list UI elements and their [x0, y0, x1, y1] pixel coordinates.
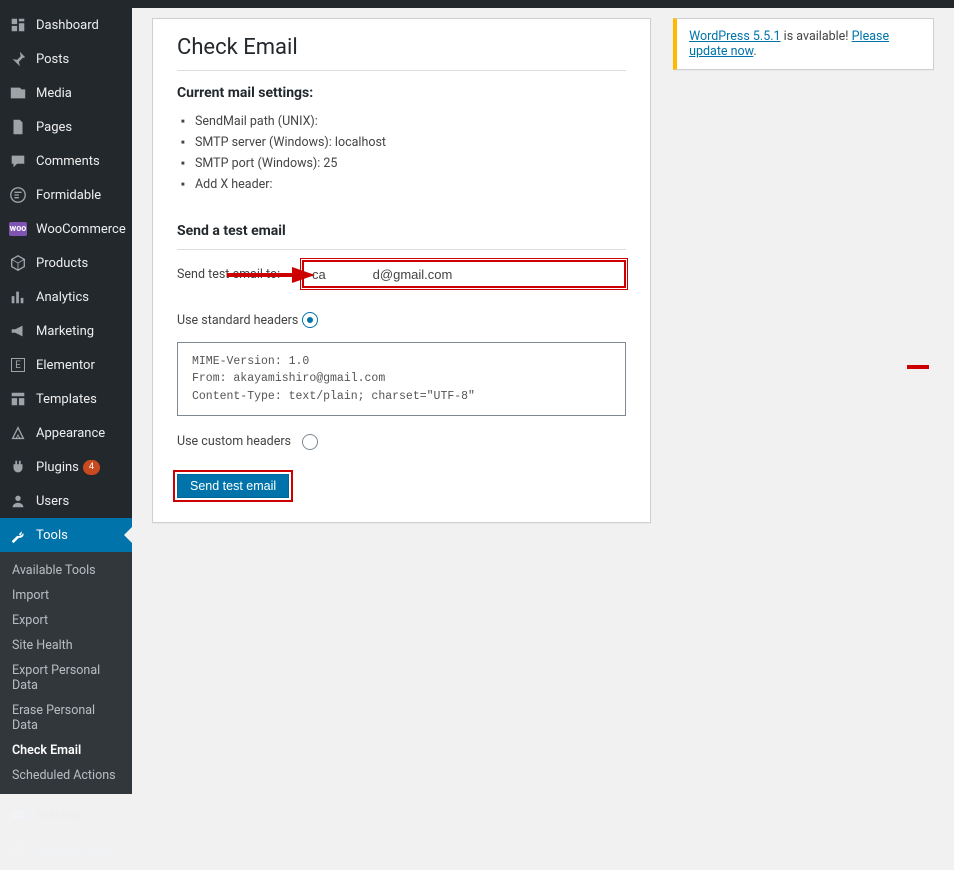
sidebar-item-marketing[interactable]: Marketing [0, 314, 132, 348]
sidebar-item-formidable[interactable]: Formidable [0, 178, 132, 212]
submenu-check-email[interactable]: Check Email [0, 738, 132, 763]
sidebar-item-label: Plugins [36, 460, 79, 475]
collapse-label: Collapse menu [32, 844, 115, 859]
sidebar-item-appearance[interactable]: Appearance [0, 416, 132, 450]
setting-smtp-server: SMTP server (Windows): localhost [195, 132, 626, 153]
appearance-icon [8, 423, 28, 443]
send-to-input[interactable] [302, 260, 626, 288]
sidebar-item-label: Marketing [36, 324, 94, 339]
sidebar-item-label: Analytics [36, 290, 89, 305]
setting-smtp-port: SMTP port (Windows): 25 [195, 153, 626, 174]
sidebar-item-label: Posts [36, 52, 69, 67]
admin-sidebar: Dashboard Posts Media Pages Comments For… [0, 0, 132, 735]
sidebar-item-label: Comments [36, 154, 100, 169]
send-test-heading: Send a test email [177, 223, 626, 250]
sidebar-item-label: Settings [36, 808, 83, 823]
send-test-email-button[interactable]: Send test email [177, 474, 289, 498]
submenu-available-tools[interactable]: Available Tools [0, 558, 132, 583]
sidebar-item-posts[interactable]: Posts [0, 42, 132, 76]
sidebar-item-analytics[interactable]: Analytics [0, 280, 132, 314]
sidebar-item-settings[interactable]: Settings [0, 798, 132, 832]
update-notice: WordPress 5.5.1 is available! Please upd… [673, 18, 934, 70]
pin-icon [8, 49, 28, 69]
sidebar-item-label: Dashboard [36, 18, 99, 33]
setting-x-header: Add X header: [195, 174, 626, 195]
submenu-export-personal-data[interactable]: Export Personal Data [0, 658, 132, 698]
sidebar-item-label: Media [36, 86, 72, 101]
sidebar-item-label: Templates [36, 392, 97, 407]
sidebar-item-dashboard[interactable]: Dashboard [0, 8, 132, 42]
sidebar-item-templates[interactable]: Templates [0, 382, 132, 416]
custom-headers-radio[interactable] [302, 434, 318, 450]
notice-text: is available! [781, 29, 852, 44]
standard-headers-radio[interactable] [302, 312, 318, 328]
submenu-import[interactable]: Import [0, 583, 132, 608]
sidebar-item-elementor[interactable]: E Elementor [0, 348, 132, 382]
custom-headers-label: Use custom headers [177, 434, 302, 449]
templates-icon [8, 389, 28, 409]
tools-submenu: Available Tools Import Export Site Healt… [0, 552, 132, 794]
plugins-icon [8, 457, 28, 477]
sidebar-item-label: Formidable [36, 188, 101, 203]
sidebar-item-label: Pages [36, 120, 72, 135]
wordpress-version-link[interactable]: WordPress 5.5.1 [689, 29, 781, 44]
marketing-icon [8, 321, 28, 341]
woocommerce-icon: woo [8, 219, 28, 239]
analytics-icon [8, 287, 28, 307]
sidebar-item-pages[interactable]: Pages [0, 110, 132, 144]
content-area: Check Email Current mail settings: SendM… [132, 0, 954, 735]
red-dash-annotation [907, 365, 929, 369]
settings-list: SendMail path (UNIX): SMTP server (Windo… [177, 111, 626, 195]
page-title: Check Email [177, 35, 626, 71]
sidebar-item-tools[interactable]: Tools [0, 518, 132, 552]
sidebar-item-label: Products [36, 256, 88, 271]
dashboard-icon [8, 15, 28, 35]
notice-tail: . [753, 44, 756, 59]
sidebar-item-label: Elementor [36, 358, 95, 373]
collapse-icon [8, 840, 26, 862]
sidebar-item-plugins[interactable]: Plugins 4 [0, 450, 132, 484]
tools-icon [8, 525, 28, 545]
sidebar-item-users[interactable]: Users [0, 484, 132, 518]
products-icon [8, 253, 28, 273]
plugins-update-badge: 4 [83, 460, 100, 475]
sidebar-item-comments[interactable]: Comments [0, 144, 132, 178]
submenu-site-health[interactable]: Site Health [0, 633, 132, 658]
sidebar-item-woocommerce[interactable]: woo WooCommerce [0, 212, 132, 246]
submenu-scheduled-actions[interactable]: Scheduled Actions [0, 763, 132, 788]
pages-icon [8, 117, 28, 137]
setting-sendmail: SendMail path (UNIX): [195, 111, 626, 132]
standard-headers-label: Use standard headers [177, 313, 302, 328]
collapse-menu-button[interactable]: Collapse menu [0, 832, 132, 870]
submenu-export[interactable]: Export [0, 608, 132, 633]
comments-icon [8, 151, 28, 171]
headers-preview: MIME-Version: 1.0 From: akayamishiro@gma… [177, 342, 626, 416]
users-icon [8, 491, 28, 511]
sidebar-item-label: Tools [36, 528, 68, 543]
submenu-erase-personal-data[interactable]: Erase Personal Data [0, 698, 132, 738]
media-icon [8, 83, 28, 103]
sidebar-item-label: Users [36, 494, 69, 509]
current-settings-heading: Current mail settings: [177, 85, 626, 101]
sidebar-item-label: Appearance [36, 426, 105, 441]
sidebar-item-media[interactable]: Media [0, 76, 132, 110]
sidebar-item-label: WooCommerce [36, 222, 126, 237]
sidebar-item-products[interactable]: Products [0, 246, 132, 280]
check-email-card: Check Email Current mail settings: SendM… [152, 18, 651, 523]
formidable-icon [8, 185, 28, 205]
elementor-icon: E [8, 355, 28, 375]
settings-icon [8, 805, 28, 825]
admin-bar [0, 0, 954, 8]
send-to-label: Send test email to: [177, 267, 302, 282]
